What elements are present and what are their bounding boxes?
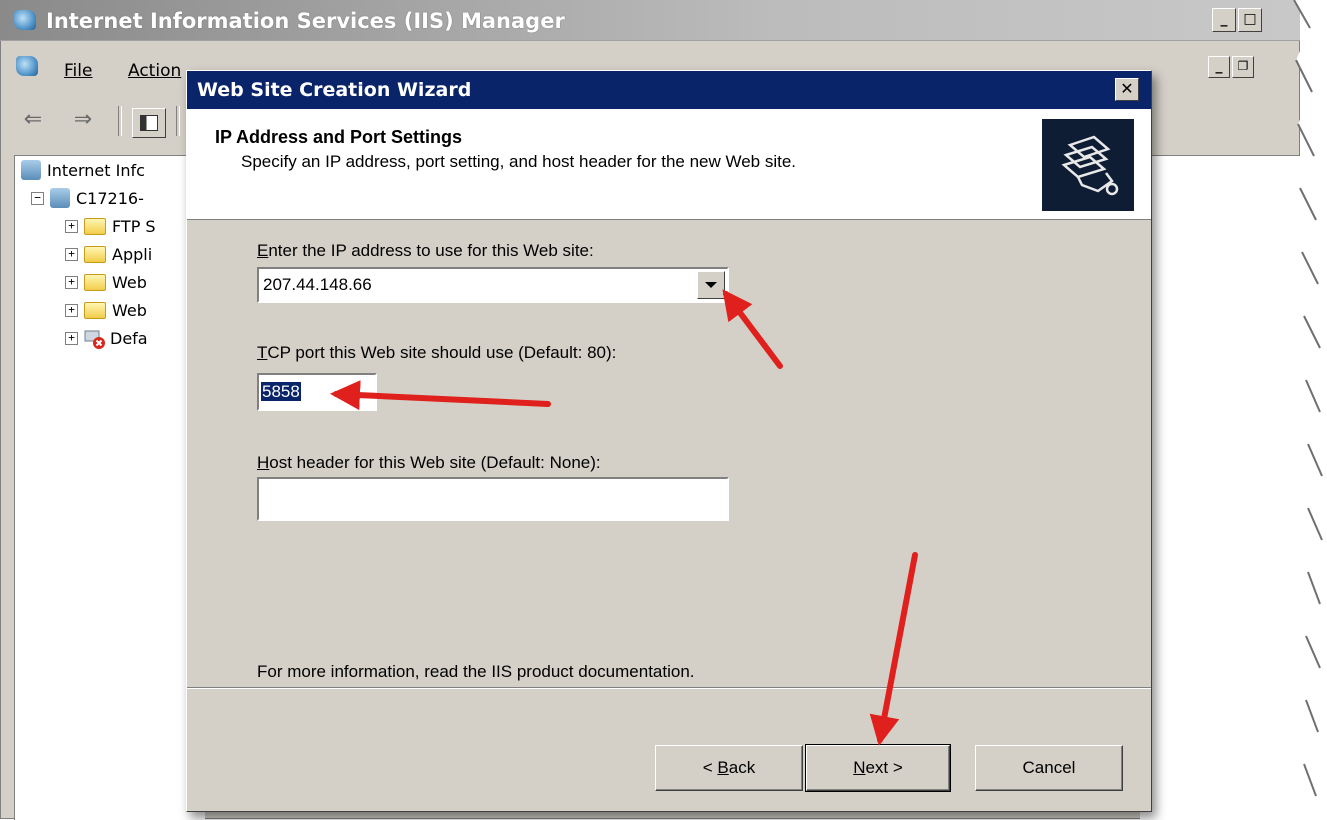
- tree-item-application-pools[interactable]: + Appli: [15, 240, 205, 268]
- folder-icon: [84, 217, 106, 235]
- ip-address-value: 207.44.148.66: [263, 275, 372, 294]
- iis-app-icon: [14, 10, 36, 30]
- tree-item-web-service-extensions[interactable]: + Web: [15, 296, 205, 324]
- stopped-service-icon: [84, 328, 105, 349]
- tree-item-default-smtp[interactable]: + Defa: [15, 324, 205, 352]
- folder-icon: [84, 273, 106, 291]
- dialog-titlebar: Web Site Creation Wizard ✕: [187, 71, 1151, 109]
- host-header-label: Host header for this Web site (Default: …: [257, 453, 601, 472]
- menu-action[interactable]: Action: [128, 61, 181, 81]
- tree-item-web-sites[interactable]: + Web: [15, 268, 205, 296]
- expand-icon[interactable]: +: [65, 219, 78, 233]
- host-header-input[interactable]: [257, 477, 729, 521]
- menu-file[interactable]: File: [64, 61, 92, 81]
- minimize-button[interactable]: _: [1212, 8, 1236, 32]
- dialog-title: Web Site Creation Wizard: [197, 79, 472, 101]
- tcp-port-value: 5858: [261, 382, 301, 401]
- collapse-icon[interactable]: −: [31, 191, 44, 205]
- tree-item-ftp-sites[interactable]: + FTP S: [15, 212, 205, 240]
- server-icon: [50, 188, 70, 208]
- wizard-icon: [1042, 119, 1134, 211]
- web-site-creation-wizard: Web Site Creation Wizard ✕ IP Address an…: [186, 70, 1152, 812]
- toolbar-separator: [176, 106, 180, 136]
- iis-manager-titlebar: Internet Information Services (IIS) Mana…: [0, 0, 1300, 41]
- next-button[interactable]: Next >: [805, 744, 951, 792]
- page-subtitle: Specify an IP address, port setting, and…: [241, 152, 797, 171]
- divider: [187, 688, 1151, 689]
- torn-edge-decoration: [1293, 0, 1327, 819]
- ip-address-label: Enter the IP address to use for this Web…: [257, 241, 594, 260]
- info-text: For more information, read the IIS produ…: [257, 662, 695, 681]
- toolbar-separator: [118, 106, 122, 136]
- expand-icon[interactable]: +: [65, 331, 78, 345]
- ip-address-combobox[interactable]: 207.44.148.66: [257, 267, 729, 303]
- folder-icon: [84, 301, 106, 319]
- back-button[interactable]: < Back: [655, 745, 803, 791]
- tcp-port-input[interactable]: 5858: [257, 373, 377, 411]
- show-hide-console-tree-icon[interactable]: [132, 108, 166, 138]
- folder-icon: [84, 245, 106, 263]
- expand-icon[interactable]: +: [65, 275, 78, 289]
- back-arrow-icon[interactable]: ⇐: [18, 106, 48, 134]
- window-title: Internet Information Services (IIS) Mana…: [46, 9, 565, 33]
- console-tree: Internet Infc − C17216- + FTP S + Appli …: [14, 155, 205, 820]
- wizard-header: IP Address and Port Settings Specify an …: [187, 109, 1151, 220]
- cancel-button[interactable]: Cancel: [975, 745, 1123, 791]
- close-icon[interactable]: ✕: [1115, 78, 1139, 101]
- forward-arrow-icon[interactable]: ⇒: [68, 106, 98, 134]
- maximize-button[interactable]: □: [1238, 8, 1262, 32]
- tree-root[interactable]: Internet Infc: [15, 156, 205, 184]
- child-minimize-button[interactable]: _: [1208, 56, 1230, 78]
- page-title: IP Address and Port Settings: [215, 127, 463, 147]
- expand-icon[interactable]: +: [65, 303, 78, 317]
- iis-root-icon: [21, 160, 41, 180]
- tcp-port-label: TCP port this Web site should use (Defau…: [257, 343, 617, 362]
- expand-icon[interactable]: +: [65, 247, 78, 261]
- mmc-document-icon: [16, 56, 38, 76]
- child-restore-button[interactable]: ❐: [1232, 56, 1254, 78]
- chevron-down-icon[interactable]: [697, 271, 725, 299]
- tree-server[interactable]: − C17216-: [15, 184, 205, 212]
